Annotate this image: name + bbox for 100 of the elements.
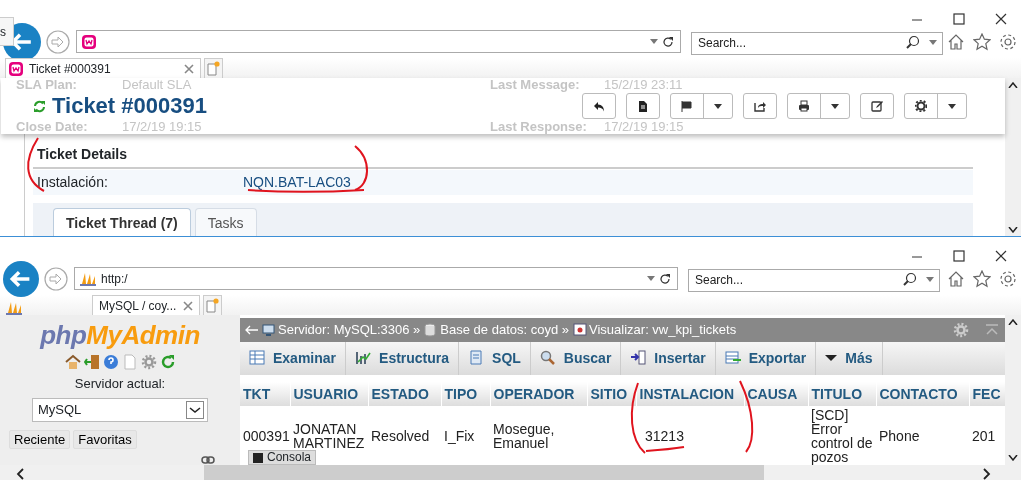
table-cell: 31213 (645, 427, 684, 444)
database-icon (424, 322, 439, 337)
caret-icon[interactable] (650, 39, 658, 44)
scroll-right-icon[interactable] (983, 467, 991, 480)
hand-drawn-bracket (354, 145, 368, 191)
reload-icon[interactable] (159, 354, 176, 370)
field-value: Default SLA (122, 77, 192, 92)
breadcrumb-link[interactable]: Visualizar: vw_kpi_tickets (589, 320, 737, 340)
settings-icon[interactable] (999, 269, 1017, 288)
horizontal-scrollbar[interactable] (0, 465, 1021, 480)
view-icon (573, 322, 587, 337)
browser-tab[interactable]: Ticket #000391 (5, 58, 201, 78)
address-bar[interactable]: http:/ (74, 267, 678, 290)
search-icon[interactable] (903, 272, 917, 286)
column-header[interactable]: CONTACTO (876, 382, 969, 406)
scroll-down-icon[interactable] (1008, 455, 1018, 461)
table-cell: Resolved (371, 427, 430, 444)
share-button[interactable] (743, 93, 777, 119)
column-header[interactable]: ESTADO (368, 382, 441, 406)
star-icon[interactable] (973, 269, 991, 288)
column-header[interactable]: OPERADOR (490, 382, 587, 406)
table-cell: 201 (972, 427, 996, 444)
table-icon (249, 350, 265, 367)
caret-icon[interactable] (647, 276, 655, 281)
toolbar-tab[interactable]: Exportar (715, 341, 817, 375)
scroll-down-icon[interactable] (1008, 227, 1018, 233)
toolbar-tab[interactable]: SQL (459, 341, 531, 375)
table-cell: Phone (879, 427, 920, 444)
link-icon[interactable] (201, 456, 215, 464)
home-icon[interactable] (947, 32, 965, 51)
column-header[interactable]: SITIO (587, 382, 636, 406)
column-header[interactable]: TKT (240, 382, 290, 406)
content-tab[interactable]: Tasks (194, 208, 257, 236)
server-select[interactable]: MySQL (32, 397, 208, 422)
field-link[interactable]: NQN.BAT-LAC03 (243, 172, 351, 193)
search-field[interactable]: Search... (691, 31, 943, 55)
logo-text: phpMyAdmin (40, 322, 200, 348)
scroll-up-icon[interactable] (1008, 82, 1018, 88)
console-icon (253, 452, 263, 463)
browser-tab[interactable]: MySQL / coy... (92, 295, 200, 315)
tooltip: s (0, 17, 14, 46)
edit-icon (871, 100, 883, 112)
caret-icon (186, 400, 204, 419)
close-icon[interactable] (995, 13, 1007, 25)
hand-drawn-underline (645, 446, 685, 452)
home-icon[interactable] (64, 354, 81, 370)
scroll-left-icon[interactable] (16, 467, 24, 480)
home-icon[interactable] (947, 269, 965, 288)
reply-button[interactable] (582, 93, 616, 119)
breadcrumb-link[interactable]: Base de datos: coyd » (440, 320, 569, 340)
document-icon (468, 350, 485, 367)
table-cell: 000391 (243, 427, 290, 444)
share-icon (754, 100, 766, 112)
caret-icon (948, 103, 956, 109)
console-tab[interactable]: Consola (248, 450, 317, 465)
toolbar-tab[interactable]: Estructura (346, 341, 460, 375)
sidebar-button[interactable]: Favoritas (73, 429, 137, 449)
back-button-icon[interactable] (2, 259, 40, 298)
field-label: SLA Plan: (16, 77, 77, 92)
column-header[interactable]: INSTALACION (636, 382, 744, 406)
close-icon[interactable] (995, 250, 1007, 262)
toolbar-tab[interactable]: Más (816, 341, 883, 375)
refresh-icon[interactable] (659, 272, 671, 285)
column-header[interactable]: CAUSA (744, 382, 808, 406)
search-field[interactable]: Search... (688, 268, 940, 292)
print-button[interactable] (787, 93, 850, 119)
field-label: Close Date: (16, 119, 88, 134)
help-icon[interactable] (102, 354, 119, 370)
flag-button[interactable] (670, 93, 733, 119)
document-button[interactable] (626, 93, 660, 119)
field-value: 15/2/19 23:11 (604, 77, 683, 92)
gear-icon (915, 100, 927, 112)
settings-button[interactable] (904, 93, 967, 119)
search-icon (539, 350, 556, 367)
vertical-scrollbar[interactable] (1005, 78, 1021, 236)
printer-icon (798, 100, 810, 112)
content-tab[interactable]: Ticket Thread (7) (53, 208, 191, 236)
server-icon (262, 322, 276, 337)
insert-icon (630, 350, 647, 367)
column-header[interactable]: USUARIO (290, 382, 368, 406)
breadcrumb-link[interactable]: Servidor: MySQL:3306 » (278, 320, 421, 340)
back-arrow-icon[interactable] (244, 324, 258, 335)
search-icon[interactable] (906, 35, 920, 49)
maximize-icon[interactable] (953, 250, 965, 262)
scroll-up-icon[interactable] (1008, 319, 1018, 325)
exit-door-icon[interactable] (83, 354, 100, 370)
column-header[interactable]: TITULO (808, 382, 876, 406)
column-header[interactable]: TIPO (441, 382, 490, 406)
w-logo-icon (8, 60, 24, 77)
sidebar-button[interactable]: Reciente (9, 429, 71, 449)
column-header[interactable]: FEC (969, 382, 1005, 406)
settings-icon[interactable] (999, 32, 1017, 51)
table-cell: [SCD] Error control de pozos (811, 406, 873, 465)
edit-button[interactable] (860, 93, 894, 119)
refresh-icon[interactable] (662, 35, 674, 48)
star-icon[interactable] (973, 32, 991, 51)
toolbar-tab[interactable]: Buscar (530, 341, 622, 375)
toolbar-tab[interactable]: Insertar (621, 341, 716, 375)
toolbar-tab[interactable]: Examinar (240, 341, 347, 375)
maximize-icon[interactable] (953, 13, 965, 25)
